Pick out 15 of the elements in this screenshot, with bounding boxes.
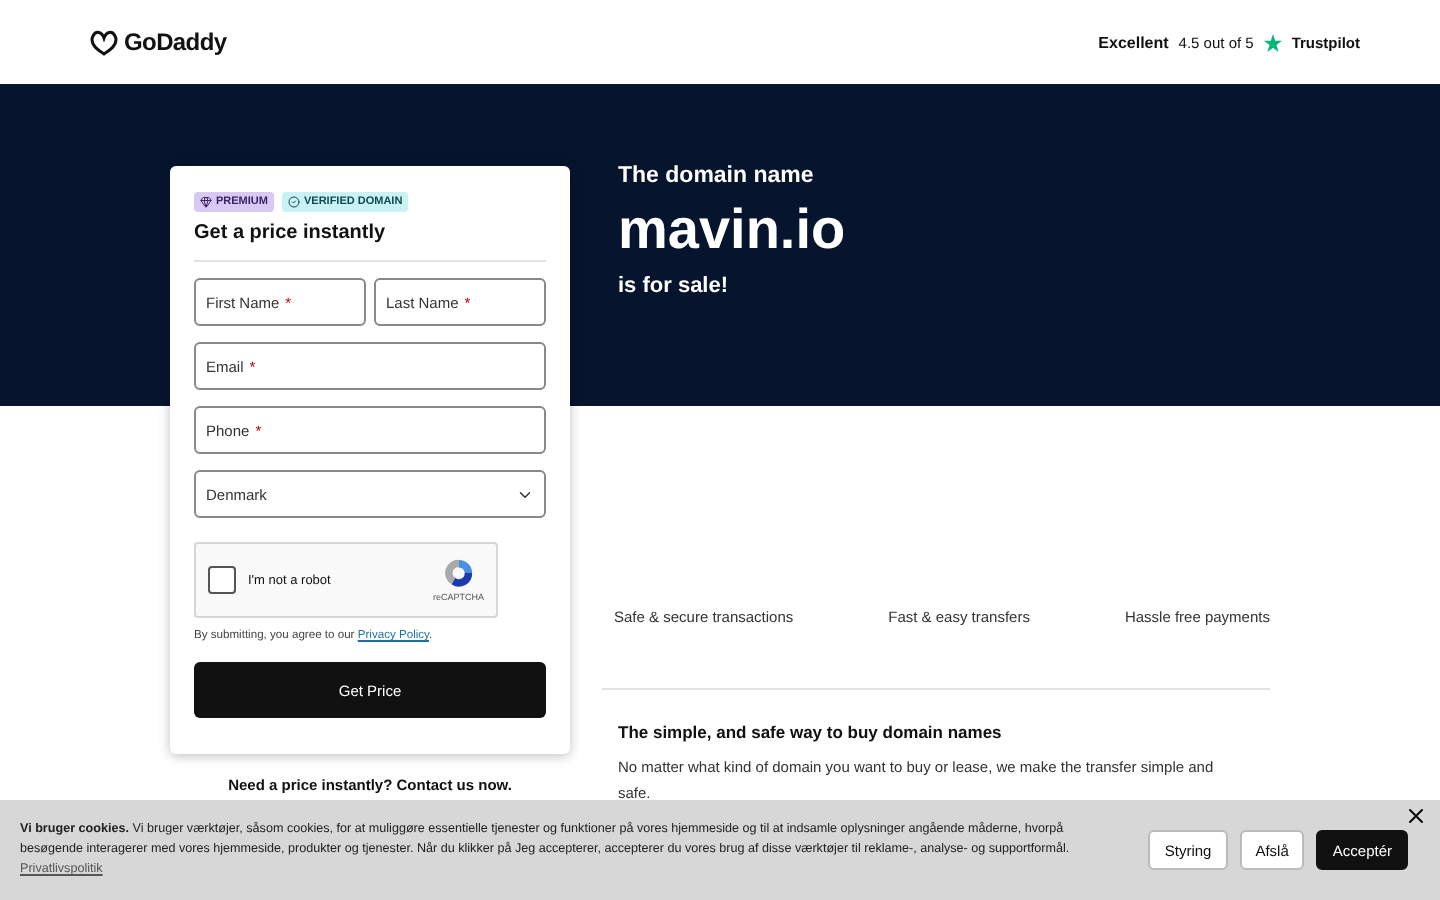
hero-outro: is for sale! <box>618 274 731 298</box>
domain-name: mavin.io <box>618 198 848 262</box>
logo-text: GoDaddy <box>124 28 227 56</box>
hero-intro: The domain name <box>618 164 816 188</box>
close-button[interactable] <box>1404 804 1428 828</box>
star-icon <box>1263 33 1282 51</box>
rating-label: Excellent <box>1098 33 1169 51</box>
gem-icon <box>200 196 212 208</box>
logo-icon <box>90 29 118 55</box>
captcha-checkbox[interactable] <box>208 566 236 594</box>
info-title: The simple, and safe way to buy domain names <box>618 722 1004 742</box>
close-icon <box>1404 804 1428 828</box>
form-title: Get a price instantly <box>194 222 546 262</box>
captcha-icon <box>443 558 474 588</box>
check-circle-icon <box>287 196 300 208</box>
